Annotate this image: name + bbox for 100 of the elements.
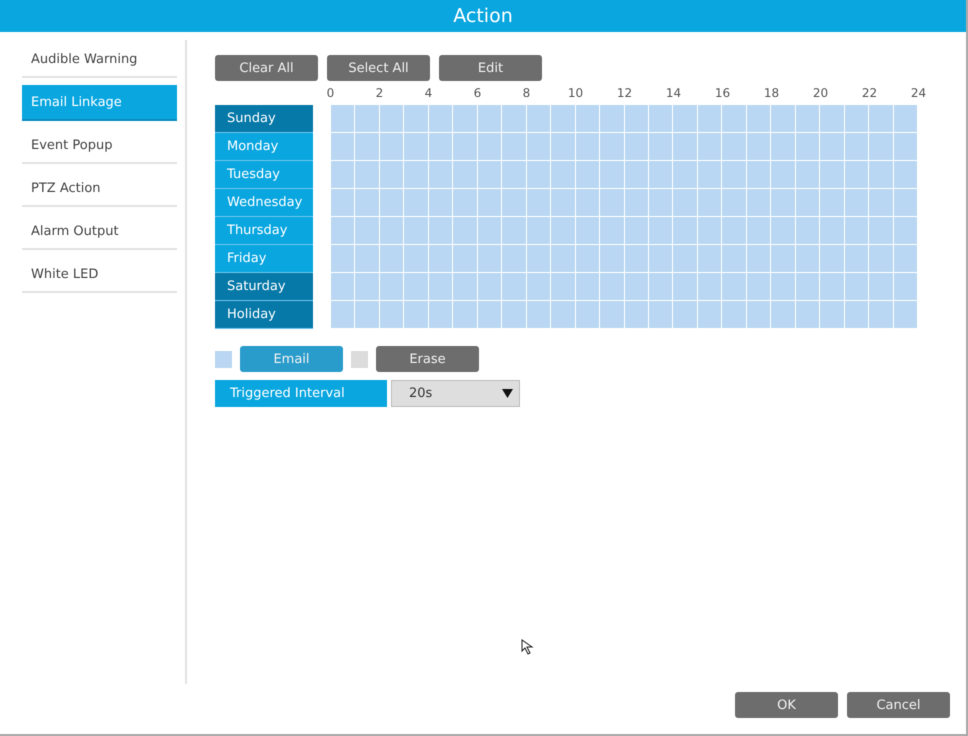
schedule-cell[interactable]	[502, 245, 527, 273]
schedule-cell[interactable]	[478, 133, 502, 161]
schedule-cell[interactable]	[844, 245, 870, 273]
sidebar-item[interactable]: Audible Warning	[22, 42, 177, 78]
schedule-cell[interactable]	[380, 245, 404, 273]
schedule-cell[interactable]	[551, 189, 576, 217]
schedule-cell[interactable]	[551, 217, 576, 245]
schedule-cell[interactable]	[746, 105, 772, 133]
schedule-cell[interactable]	[355, 217, 380, 245]
schedule-cell[interactable]	[576, 217, 600, 245]
schedule-cell[interactable]	[331, 273, 356, 301]
schedule-cell[interactable]	[624, 301, 649, 329]
schedule-cell[interactable]	[698, 189, 722, 217]
schedule-cell[interactable]	[355, 133, 380, 161]
schedule-cell[interactable]	[453, 245, 478, 273]
interval-select[interactable]: 20s	[391, 380, 520, 407]
schedule-cell[interactable]	[648, 161, 674, 189]
schedule-cell[interactable]	[844, 161, 870, 189]
schedule-cell[interactable]	[478, 245, 502, 273]
schedule-cell[interactable]	[796, 217, 820, 245]
schedule-cell[interactable]	[502, 273, 527, 301]
schedule-cell[interactable]	[331, 189, 356, 217]
schedule-cell[interactable]	[648, 245, 674, 273]
schedule-cell[interactable]	[624, 273, 649, 301]
schedule-cell[interactable]	[844, 273, 870, 301]
schedule-cell[interactable]	[894, 161, 918, 189]
schedule-cell[interactable]	[869, 217, 894, 245]
sidebar-item[interactable]: White LED	[22, 257, 177, 293]
schedule-cell[interactable]	[722, 217, 747, 245]
schedule-cell[interactable]	[673, 273, 698, 301]
schedule-cell[interactable]	[331, 161, 356, 189]
schedule-cell[interactable]	[551, 161, 576, 189]
schedule-cell[interactable]	[648, 301, 674, 329]
toolbar-button[interactable]: Edit	[439, 55, 542, 81]
day-label[interactable]: Sunday	[215, 105, 313, 133]
schedule-cell[interactable]	[404, 273, 429, 301]
schedule-cell[interactable]	[331, 245, 356, 273]
schedule-cell[interactable]	[526, 161, 552, 189]
schedule-cell[interactable]	[698, 161, 722, 189]
schedule-cell[interactable]	[331, 133, 356, 161]
schedule-cell[interactable]	[771, 189, 796, 217]
schedule-cell[interactable]	[820, 105, 845, 133]
schedule-cell[interactable]	[526, 133, 552, 161]
schedule-cell[interactable]	[624, 133, 649, 161]
schedule-cell[interactable]	[746, 217, 772, 245]
schedule-cell[interactable]	[796, 161, 820, 189]
schedule-cell[interactable]	[771, 301, 796, 329]
schedule-cell[interactable]	[428, 133, 454, 161]
schedule-cell[interactable]	[894, 273, 918, 301]
schedule-cell[interactable]	[722, 273, 747, 301]
schedule-cell[interactable]	[355, 189, 380, 217]
schedule-cell[interactable]	[380, 133, 404, 161]
schedule-cell[interactable]	[722, 245, 747, 273]
schedule-cell[interactable]	[820, 133, 845, 161]
schedule-cell[interactable]	[796, 273, 820, 301]
schedule-cell[interactable]	[478, 301, 502, 329]
schedule-cell[interactable]	[624, 217, 649, 245]
schedule-cell[interactable]	[698, 301, 722, 329]
schedule-cell[interactable]	[673, 245, 698, 273]
schedule-cell[interactable]	[820, 161, 845, 189]
schedule-cell[interactable]	[600, 245, 624, 273]
schedule-cell[interactable]	[526, 217, 552, 245]
schedule-cell[interactable]	[428, 245, 454, 273]
schedule-cell[interactable]	[722, 189, 747, 217]
schedule-cell[interactable]	[502, 301, 527, 329]
schedule-cell[interactable]	[820, 273, 845, 301]
schedule-cell[interactable]	[380, 301, 404, 329]
schedule-cell[interactable]	[746, 189, 772, 217]
schedule-cell[interactable]	[526, 301, 552, 329]
schedule-cell[interactable]	[869, 245, 894, 273]
schedule-cell[interactable]	[673, 301, 698, 329]
schedule-cell[interactable]	[600, 133, 624, 161]
schedule-cell[interactable]	[404, 105, 429, 133]
schedule-cell[interactable]	[698, 245, 722, 273]
schedule-cell[interactable]	[771, 105, 796, 133]
schedule-cell[interactable]	[428, 105, 454, 133]
schedule-cell[interactable]	[771, 273, 796, 301]
schedule-cell[interactable]	[624, 105, 649, 133]
day-label[interactable]: Holiday	[215, 301, 313, 329]
schedule-cell[interactable]	[869, 133, 894, 161]
schedule-cell[interactable]	[746, 301, 772, 329]
schedule-cell[interactable]	[428, 189, 454, 217]
schedule-cell[interactable]	[404, 133, 429, 161]
schedule-cell[interactable]	[894, 133, 918, 161]
schedule-cell[interactable]	[478, 105, 502, 133]
day-label[interactable]: Wednesday	[215, 189, 313, 217]
schedule-cell[interactable]	[600, 273, 624, 301]
schedule-cell[interactable]	[331, 217, 356, 245]
schedule-cell[interactable]	[600, 161, 624, 189]
schedule-cell[interactable]	[844, 189, 870, 217]
sidebar-item[interactable]: PTZ Action	[22, 171, 177, 207]
toolbar-button[interactable]: Select All	[327, 55, 430, 81]
sidebar-item[interactable]: Event Popup	[22, 128, 177, 164]
schedule-cell[interactable]	[600, 189, 624, 217]
schedule-cell[interactable]	[722, 161, 747, 189]
day-label[interactable]: Monday	[215, 133, 313, 161]
schedule-cell[interactable]	[869, 161, 894, 189]
day-label[interactable]: Friday	[215, 245, 313, 273]
schedule-cell[interactable]	[796, 301, 820, 329]
schedule-cell[interactable]	[820, 217, 845, 245]
